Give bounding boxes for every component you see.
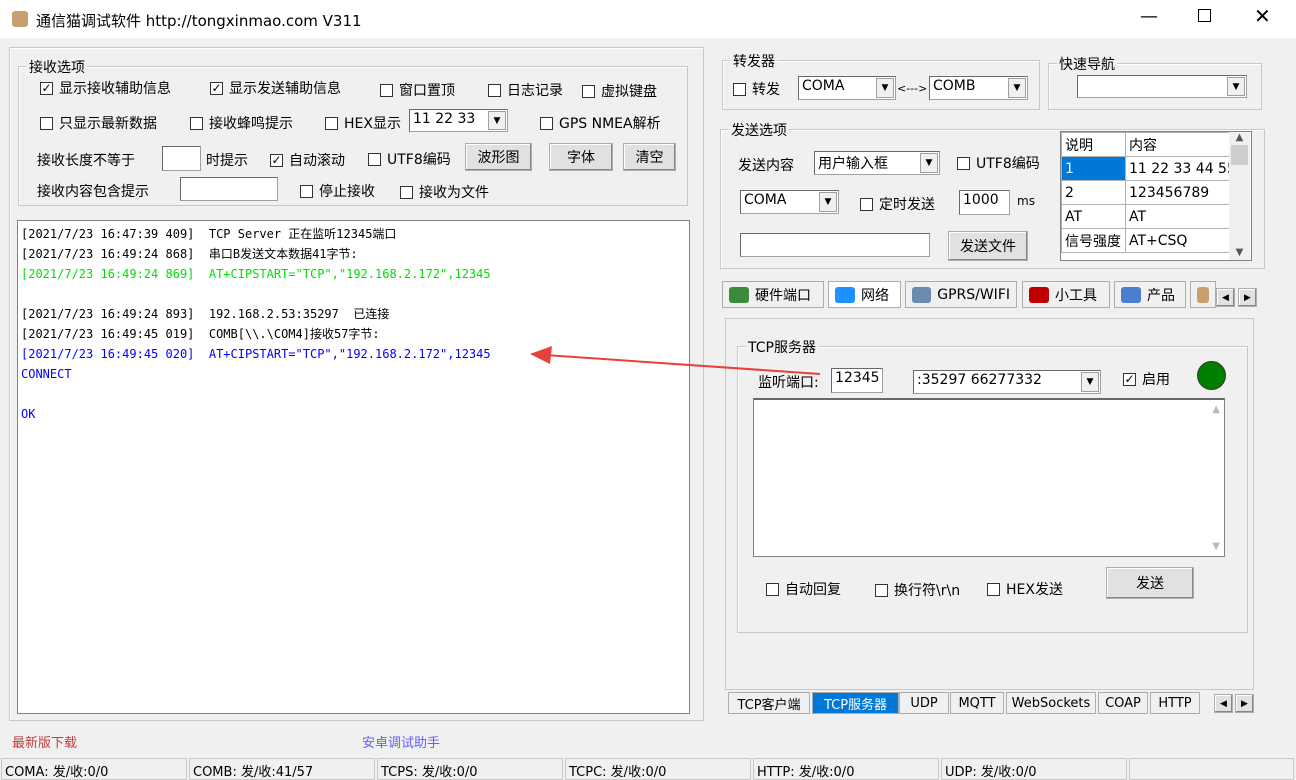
annotation-arrow xyxy=(530,346,821,375)
